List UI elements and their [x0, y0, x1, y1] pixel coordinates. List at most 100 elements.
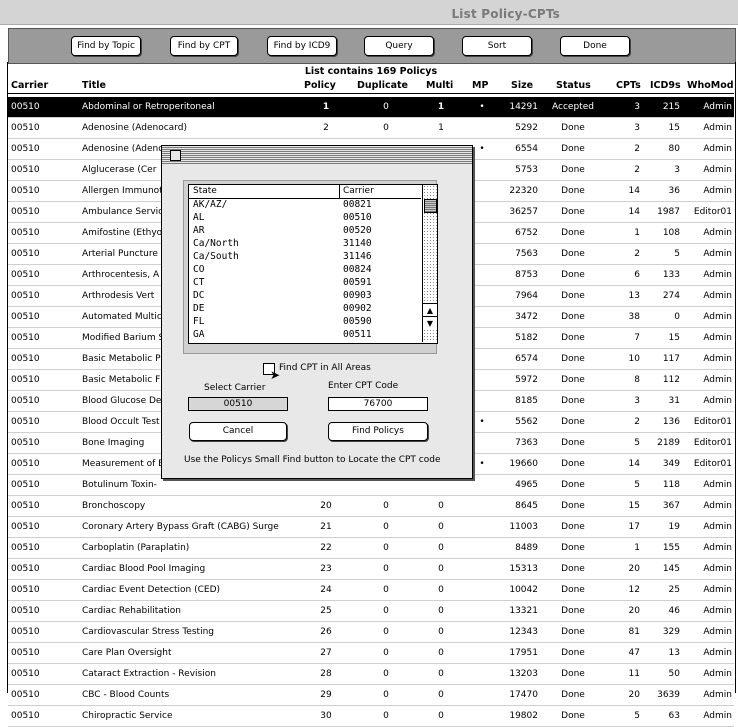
scroll-down-arrow-icon[interactable]: ▼ — [423, 316, 437, 330]
column-title[interactable]: Title — [82, 80, 106, 91]
cpt-code-input[interactable]: 76700 — [328, 397, 428, 411]
scroll-up-arrow-icon[interactable]: ▲ — [423, 303, 437, 317]
mp-cell: • — [479, 144, 485, 154]
icd9s-cell: 118 — [662, 480, 680, 490]
multi-cell: 0 — [438, 564, 444, 574]
find-by-topic-button[interactable]: Find by Topic — [71, 36, 141, 56]
find-by-cpt-button[interactable]: Find by CPT — [170, 36, 238, 56]
icd9s-cell: 15 — [668, 123, 680, 133]
table-row[interactable]: 00510 Adenosine (Adenocard) 2 0 1 5292 Done 3 15… — [8, 118, 734, 139]
table-row[interactable]: 00510 Chiropractic Service 30 0 0 19802 Done 5 6… — [8, 706, 734, 727]
carrier-cell: 00511 — [343, 329, 372, 340]
table-row[interactable]: 00510 Care Plan Oversight 27 0 0 17951 Done 47 1… — [8, 643, 734, 664]
duplicate-cell: 0 — [383, 564, 389, 574]
carrier-cell: 00902 — [343, 303, 372, 314]
table-row[interactable]: 00510 Cardiac Event Detection (CED) 24 0 0 10… — [8, 580, 734, 601]
table-row[interactable]: 00510 Cataract Extraction - Revision 28 0 0 1… — [8, 664, 734, 685]
table-row[interactable]: 00510 Coronary Artery Bypass Graft (CABG)… — [8, 517, 734, 538]
column-multi[interactable]: Multi — [426, 80, 453, 91]
state-list-item[interactable]: CO 00824 — [189, 264, 421, 277]
size-cell: 5182 — [515, 333, 538, 343]
whomod-cell: Admin — [703, 543, 732, 553]
duplicate-cell: 0 — [383, 501, 389, 511]
column-divider — [339, 185, 340, 198]
table-row[interactable]: 00510 Carboplatin (Paraplatin) 22 0 0 8489 Don… — [8, 538, 734, 559]
select-carrier-field[interactable]: 00510 — [188, 397, 288, 411]
status-cell: Done — [561, 144, 585, 154]
state-list-item[interactable]: DC 00903 — [189, 290, 421, 303]
status-cell: Done — [561, 459, 585, 469]
done-button[interactable]: Done — [560, 36, 630, 56]
icd9s-cell: 112 — [662, 375, 680, 385]
cpts-cell: 13 — [628, 291, 640, 301]
state-list-item[interactable]: GA 00511 — [189, 329, 421, 342]
multi-cell: 0 — [438, 543, 444, 553]
cpts-cell: 17 — [628, 522, 640, 532]
carrier-cell: 00510 — [11, 375, 40, 385]
icd9s-cell: 1987 — [657, 207, 680, 217]
icd9s-cell: 50 — [668, 669, 680, 679]
state-list-scrollbar[interactable]: ▲ ▼ — [422, 185, 437, 342]
column-cpts[interactable]: CPTs — [616, 80, 641, 91]
state-list-item[interactable]: Ca/South 31146 — [189, 251, 421, 264]
carrier-cell: 00510 — [11, 144, 40, 154]
state-list-item[interactable]: Ca/North 31140 — [189, 238, 421, 251]
size-cell: 8645 — [515, 501, 538, 511]
carrier-cell: 00510 — [11, 438, 40, 448]
table-row[interactable]: 00510 Cardiovascular Stress Testing 26 0 0 12… — [8, 622, 734, 643]
policy-cell: 21 — [320, 522, 332, 532]
cpts-cell: 81 — [628, 627, 640, 637]
state-cell: AR — [193, 225, 205, 236]
table-row[interactable]: 00510 Cardiac Blood Pool Imaging 23 0 0 15313… — [8, 559, 734, 580]
status-cell: Done — [561, 501, 585, 511]
window-title-bar[interactable]: List Policy-CPTs — [0, 0, 738, 25]
dialog-title-bar[interactable] — [162, 146, 472, 164]
cancel-button[interactable]: Cancel — [189, 422, 287, 441]
column-carrier[interactable]: Carrier — [11, 80, 48, 91]
state-carrier-list[interactable]: State Carrier AK/AZ/00821 AL 00510 AR 00520 C… — [188, 184, 438, 344]
scroll-thumb[interactable] — [424, 199, 437, 213]
carrier-cell: 00510 — [11, 102, 40, 112]
table-row[interactable]: 00510 Bronchoscopy 20 0 0 8645 Done 15 367 Admin — [8, 496, 734, 517]
query-button[interactable]: Query — [364, 36, 434, 56]
column-whomod[interactable]: WhoMod — [687, 80, 734, 91]
column-duplicate[interactable]: Duplicate — [357, 80, 408, 91]
multi-cell: 0 — [438, 648, 444, 658]
column-size[interactable]: Size — [511, 80, 533, 91]
table-row-selected[interactable]: 00510 Abdominal or Retroperitoneal 1 0 1 • 142… — [8, 97, 734, 118]
find-policys-button[interactable]: Find Policys — [328, 422, 428, 441]
sort-button[interactable]: Sort — [462, 36, 532, 56]
policy-cell: 1 — [322, 102, 330, 112]
mp-cell: • — [479, 459, 485, 469]
enter-cpt-label: Enter CPT Code — [328, 381, 399, 391]
table-row[interactable]: 00510 CBC - Blood Counts 29 0 0 17470 Done 20 36… — [8, 685, 734, 706]
column-status[interactable]: Status — [556, 80, 591, 91]
table-row[interactable]: 00510 Cardiac Rehabilitation 25 0 0 13321 Done… — [8, 601, 734, 622]
size-cell: 7563 — [515, 249, 538, 259]
column-mp[interactable]: MP — [472, 80, 488, 91]
status-cell: Accepted — [552, 102, 594, 112]
state-list-item[interactable]: AK/AZ/00821 — [189, 199, 421, 212]
state-list-item[interactable]: FL 00590 — [189, 316, 421, 329]
title-cell: Botulinum Toxin- — [82, 480, 157, 490]
state-list-item[interactable]: AR 00520 — [189, 225, 421, 238]
status-cell: Done — [561, 270, 585, 280]
find-by-icd9-button[interactable]: Find by ICD9 — [267, 36, 337, 56]
multi-cell: 0 — [438, 606, 444, 616]
close-box-icon[interactable] — [170, 150, 181, 161]
cpts-cell: 5 — [634, 480, 640, 490]
status-cell: Done — [561, 606, 585, 616]
column-policy[interactable]: Policy — [304, 80, 336, 91]
carrier-cell: 00510 — [11, 480, 40, 490]
whomod-cell: Editor01 — [693, 459, 732, 469]
whomod-cell: Admin — [703, 375, 732, 385]
cpts-cell: 38 — [628, 312, 640, 322]
duplicate-cell: 0 — [383, 102, 389, 112]
state-list-item[interactable]: AL 00510 — [189, 212, 421, 225]
icd9s-cell: 155 — [662, 543, 680, 553]
column-icd9s[interactable]: ICD9s — [650, 80, 681, 91]
state-list-item[interactable]: DE 00902 — [189, 303, 421, 316]
size-cell: 17470 — [509, 690, 538, 700]
size-cell: 12343 — [509, 627, 538, 637]
state-list-item[interactable]: CT 00591 — [189, 277, 421, 290]
